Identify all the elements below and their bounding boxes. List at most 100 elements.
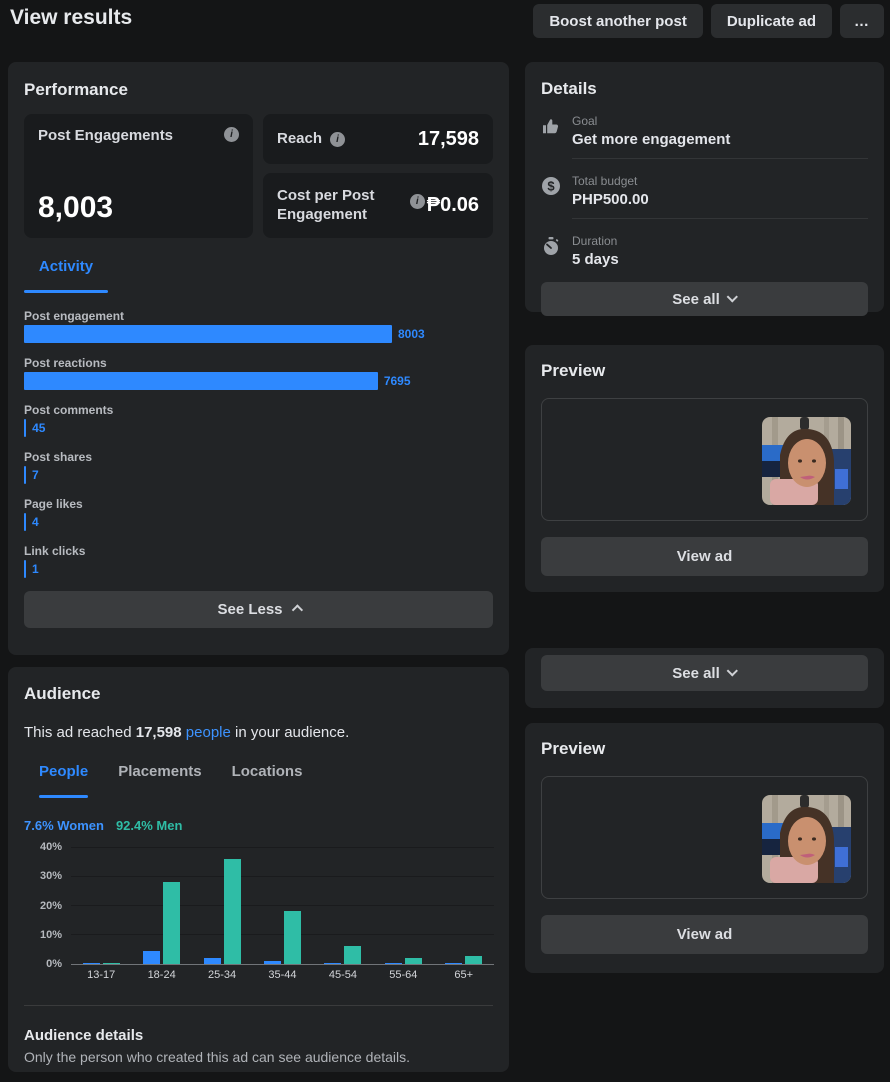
- reach-value: 17,598: [417, 127, 479, 150]
- total-budget-label: Total budget: [572, 174, 638, 188]
- metric-grid: Post Engagements i 8,003 Reach i 17,598: [24, 114, 493, 238]
- activity-bar-label: Page likes: [24, 497, 83, 511]
- activity-bar: [24, 513, 26, 531]
- demographics-bar-men: [223, 859, 241, 964]
- demographics-bar-men: [344, 945, 362, 964]
- cost-per-engagement-value: ₱0.06: [426, 194, 479, 216]
- demographics-bar-women: [143, 951, 161, 964]
- info-icon[interactable]: i: [224, 127, 239, 142]
- y-axis-tick: 0%: [46, 958, 62, 970]
- boost-another-post-button[interactable]: Boost another post: [533, 4, 703, 38]
- preview-card-1: Preview View ad: [525, 345, 884, 592]
- reach-label: Reach: [277, 129, 323, 147]
- tab-people-label: People: [39, 763, 89, 780]
- left-column: Performance Post Engagements i 8,003 Rea…: [8, 62, 509, 1072]
- divider: [572, 158, 868, 159]
- post-engagements-label: Post Engagements: [38, 127, 174, 144]
- performance-title: Performance: [24, 80, 128, 99]
- activity-bar-value: 4: [32, 515, 39, 529]
- x-axis-tick: 35-44: [268, 969, 297, 981]
- activity-bar-label: Post reactions: [24, 356, 107, 370]
- x-axis-tick: 13-17: [87, 969, 116, 981]
- goal-label: Goal: [572, 114, 598, 128]
- activity-bar-value: 7695: [383, 374, 411, 388]
- info-icon[interactable]: i: [330, 131, 346, 147]
- activity-bar-item: Link clicks 1: [24, 544, 493, 578]
- y-axis-tick: 10%: [39, 928, 62, 941]
- demographics-bar-group: [192, 859, 252, 964]
- view-ad-button[interactable]: View ad: [541, 537, 868, 576]
- activity-bar: [24, 372, 378, 390]
- preview-card-2: Preview View ad: [525, 723, 884, 973]
- see-all-label: See all: [672, 664, 720, 682]
- active-tab-underline: [39, 795, 89, 798]
- gender-legend: 7.6% Women 92.4% Men: [24, 818, 493, 833]
- view-ad-button[interactable]: View ad: [541, 915, 868, 954]
- activity-bar-value: 7: [32, 468, 39, 482]
- page-title: View results: [10, 6, 133, 29]
- see-all-button[interactable]: See all: [541, 655, 868, 691]
- details-card: Details Goal Get more engagement $ Total…: [525, 62, 884, 316]
- audience-tabs: People Placements Locations: [24, 763, 493, 798]
- view-ad-label: View ad: [676, 926, 733, 943]
- gridline: [71, 963, 494, 965]
- tab-people[interactable]: People: [24, 763, 103, 798]
- see-all-label: See all: [672, 290, 720, 308]
- total-budget-row: $ Total budget PHP500.00: [541, 174, 868, 208]
- view-ad-label: View ad: [676, 548, 733, 565]
- activity-bar: [24, 560, 26, 578]
- reach-count: 17,598: [135, 724, 182, 741]
- audience-details-note: Only the person who created this ad can …: [24, 1049, 411, 1065]
- divider: [572, 218, 868, 219]
- divider: [24, 1005, 493, 1006]
- view-results-page: View results Boost another post Duplicat…: [0, 0, 890, 1082]
- activity-bar: [24, 466, 26, 484]
- activity-bar-item: Page likes 4: [24, 497, 493, 531]
- audience-details-title: Audience details: [24, 1027, 144, 1044]
- goal-value: Get more engagement: [572, 131, 731, 148]
- preview-title: Preview: [541, 361, 606, 380]
- chevron-up-icon: [291, 603, 303, 616]
- details-title: Details: [541, 79, 597, 98]
- tab-activity[interactable]: Activity: [24, 258, 108, 293]
- info-icon[interactable]: i: [409, 194, 425, 209]
- audience-reach-sentence: This ad reached 17,598 people in your au…: [24, 724, 493, 741]
- post-engagements-value: 8,003: [38, 191, 114, 224]
- ad-thumbnail: [762, 795, 851, 883]
- activity-bar: [24, 419, 27, 437]
- people-link[interactable]: people: [182, 724, 235, 741]
- activity-bar-item: Post reactions 7695: [24, 356, 493, 390]
- reach-metric: Reach i 17,598: [263, 114, 493, 164]
- demographics-bar-group: [131, 881, 191, 964]
- goal-row: Goal Get more engagement: [541, 114, 868, 148]
- ad-preview-box: [541, 398, 868, 521]
- collapsed-details-card: See all: [525, 648, 884, 708]
- legend-men: 92.4% Men: [115, 818, 183, 833]
- activity-bar-label: Post engagement: [24, 309, 125, 323]
- header-actions: Boost another post Duplicate ad …: [533, 4, 884, 38]
- y-axis-tick: 40%: [39, 841, 62, 853]
- activity-bar-value: 8003: [398, 327, 425, 341]
- activity-bar-label: Post shares: [24, 450, 93, 464]
- ad-thumbnail: [762, 417, 851, 505]
- activity-bar-label: Post comments: [24, 403, 114, 417]
- activity-bar-item: Post engagement 8003: [24, 309, 493, 343]
- see-less-button[interactable]: See Less: [24, 591, 493, 628]
- y-axis-tick: 30%: [39, 870, 62, 883]
- cost-per-engagement-metric: Cost per Post Engagement i ₱0.06: [263, 173, 493, 238]
- demographics-bar-group: [252, 911, 312, 964]
- demographics-chart: 0% 10% 20% 30% 40% 13-17 18-24 25-34 35-44 45-54…: [24, 841, 494, 981]
- duration-label: Duration: [572, 234, 618, 248]
- activity-bar-item: Post shares 7: [24, 450, 493, 484]
- ad-preview-box: [541, 776, 868, 899]
- dollar-circle-icon: $: [541, 174, 561, 208]
- tab-locations[interactable]: Locations: [217, 763, 318, 798]
- audience-title: Audience: [24, 684, 101, 703]
- duplicate-ad-button[interactable]: Duplicate ad: [710, 4, 832, 38]
- tab-placements[interactable]: Placements: [103, 763, 216, 798]
- more-options-button[interactable]: …: [840, 4, 884, 38]
- tab-locations-label: Locations: [231, 763, 303, 780]
- see-all-button[interactable]: See all: [541, 282, 868, 316]
- cost-per-engagement-label: Cost per Post Engagement: [277, 186, 375, 223]
- tab-activity-label: Activity: [38, 258, 94, 275]
